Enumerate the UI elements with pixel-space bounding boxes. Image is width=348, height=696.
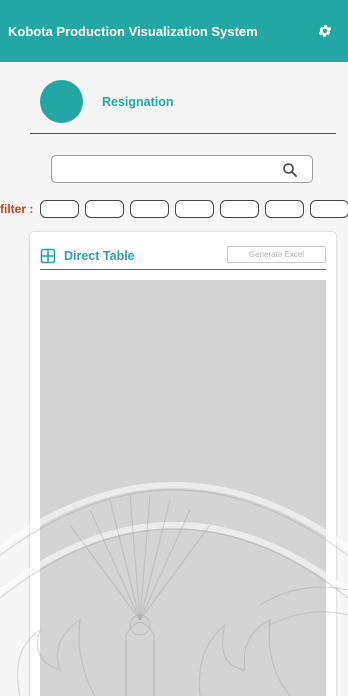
profile-label: Resignation <box>102 94 174 109</box>
card-divider <box>40 269 326 270</box>
table-placeholder <box>40 280 326 696</box>
divider <box>30 133 336 134</box>
search-icon[interactable] <box>282 162 298 178</box>
direct-table-card: Direct Table Generate Excel <box>30 232 336 696</box>
app-title: Kobota Production Visualization System <box>8 23 258 39</box>
gear-icon[interactable] <box>316 22 334 40</box>
app-header: Kobota Production Visualization System <box>0 0 348 62</box>
filter-bar: filter : <box>0 198 348 220</box>
card-header: Direct Table Generate Excel <box>40 244 326 268</box>
profile-section: Resignation <box>40 80 174 123</box>
filter-chip[interactable] <box>265 200 305 218</box>
filter-chip[interactable] <box>220 200 260 218</box>
search-input[interactable] <box>51 155 313 183</box>
filter-label: filter : <box>0 202 34 216</box>
card-title: Direct Table <box>64 249 135 263</box>
filter-chip[interactable] <box>85 200 125 218</box>
generate-excel-button[interactable]: Generate Excel <box>227 246 326 263</box>
filter-chip[interactable] <box>130 200 170 218</box>
table-grid-icon <box>40 248 56 264</box>
filter-chip[interactable] <box>40 200 80 218</box>
filter-chip[interactable] <box>175 200 215 218</box>
filter-chip[interactable] <box>310 200 348 218</box>
avatar[interactable] <box>40 80 83 123</box>
